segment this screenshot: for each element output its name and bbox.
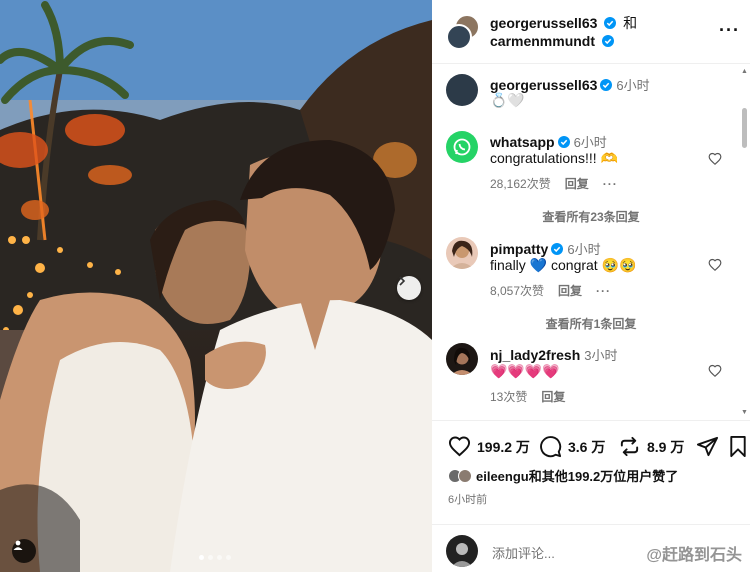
- like-comment-heart-icon[interactable]: [708, 152, 722, 166]
- post-authors: georgerussell63 和 carmenmmundt: [490, 14, 637, 50]
- caption-text: 💍🤍: [490, 92, 525, 108]
- comment-time: 6小时: [573, 135, 607, 150]
- bookmark-icon: [730, 435, 746, 458]
- heart-icon: [448, 436, 471, 457]
- author-username[interactable]: georgerussell63: [490, 15, 597, 31]
- avatar[interactable]: [446, 237, 478, 269]
- comment-options-button[interactable]: ···: [603, 177, 618, 191]
- chevron-right-icon: [399, 276, 406, 286]
- scrollbar-thumb[interactable]: [742, 108, 747, 148]
- like-count: 199.2 万: [477, 438, 530, 455]
- comments-scrollbar[interactable]: ▲ ▼: [741, 68, 748, 416]
- like-button[interactable]: 199.2 万: [448, 435, 530, 458]
- comment-author: whatsapp 6小时: [490, 132, 607, 151]
- comment-time: 6小时: [567, 242, 601, 257]
- comment-like-count[interactable]: 8,057次赞: [490, 282, 544, 299]
- comment-author: nj_lady2fresh 3小时: [490, 345, 618, 364]
- caption-username[interactable]: georgerussell63: [490, 77, 597, 93]
- person-icon: [13, 540, 23, 550]
- whatsapp-logo-icon: [453, 138, 471, 156]
- comment-bubble-icon: [540, 436, 562, 458]
- avatar[interactable]: [446, 131, 478, 163]
- carousel-dot-active: [199, 555, 204, 560]
- comments-list: georgerussell63 6小时 💍🤍 whatsapp 6小时 congra…: [432, 64, 750, 420]
- coauthor-username[interactable]: carmenmmundt: [490, 33, 595, 49]
- post-actions: 199.2 万 3.6 万 8.9 万 eileengu和其他199.2万位用户…: [432, 420, 750, 572]
- avatar: [446, 24, 472, 50]
- carousel-dots: [199, 555, 231, 560]
- verified-badge-icon: [551, 243, 564, 255]
- scroll-up-arrow-icon[interactable]: ▲: [741, 68, 748, 75]
- comment-options-button[interactable]: ···: [596, 284, 611, 298]
- reply-button[interactable]: 回复: [541, 388, 565, 405]
- share-button[interactable]: [696, 435, 719, 458]
- carousel-next-button[interactable]: [397, 276, 421, 300]
- photo-illustration: [0, 0, 432, 572]
- author-avatars[interactable]: [446, 14, 480, 50]
- post-header: georgerussell63 和 carmenmmundt ···: [432, 0, 750, 64]
- comment-author: pimpatty 6小时: [490, 239, 601, 258]
- carousel-dot: [226, 555, 231, 560]
- more-options-button[interactable]: ···: [719, 20, 740, 41]
- save-button[interactable]: [728, 435, 748, 458]
- comment-text: 💗💗💗💗: [490, 363, 560, 379]
- avatar-photo: [451, 543, 473, 567]
- comment-count: 3.6 万: [568, 438, 606, 455]
- caption-time: 6小时: [616, 78, 650, 93]
- comment-meta: 13次赞 回复: [490, 388, 565, 405]
- verified-badge-icon: [600, 79, 613, 91]
- avatar-photo: [451, 347, 473, 375]
- repost-button[interactable]: 8.9 万: [618, 435, 684, 458]
- watermark: @赶路到石头: [646, 547, 742, 564]
- verified-badge-icon: [604, 17, 617, 29]
- comment-text: finally 💙 congrat 🥹🥹: [490, 257, 637, 273]
- scroll-down-arrow-icon[interactable]: ▼: [741, 409, 748, 416]
- comment-button[interactable]: 3.6 万: [539, 435, 605, 458]
- like-comment-heart-icon[interactable]: [708, 258, 722, 272]
- repost-count: 8.9 万: [647, 438, 685, 455]
- carousel-dot: [208, 555, 213, 560]
- post-timestamp: 6小时前: [448, 494, 488, 506]
- avatar[interactable]: [446, 343, 478, 375]
- comment-username[interactable]: nj_lady2fresh: [490, 347, 580, 363]
- liked-by[interactable]: eileengu和其他199.2万位用户赞了: [448, 466, 678, 485]
- authors-conjunction: 和: [623, 15, 638, 31]
- paper-plane-icon: [696, 436, 719, 457]
- avatar[interactable]: [446, 74, 478, 106]
- comment-like-count[interactable]: 13次赞: [490, 388, 527, 405]
- add-comment-input[interactable]: 添加评论...: [492, 543, 555, 562]
- like-comment-heart-icon[interactable]: [708, 364, 722, 378]
- tagged-users-button[interactable]: [12, 539, 36, 563]
- comment-username[interactable]: pimpatty: [490, 241, 548, 257]
- comment-meta: 8,057次赞 回复 ···: [490, 282, 611, 299]
- comment-time: 3小时: [584, 348, 618, 363]
- verified-badge-icon: [557, 136, 570, 148]
- liked-by-text: eileengu和其他199.2万位用户赞了: [476, 469, 679, 484]
- carousel-dot: [217, 555, 222, 560]
- add-comment-bar: 添加评论... @赶路到石头: [432, 524, 750, 573]
- comment-like-count[interactable]: 28,162次赞: [490, 175, 551, 192]
- post-side-panel: georgerussell63 和 carmenmmundt ··· georg…: [432, 0, 750, 572]
- comment-text: congratulations!!! 🫶: [490, 150, 618, 166]
- post-photo: [0, 0, 432, 572]
- verified-badge-icon: [601, 35, 614, 47]
- avatar: [458, 468, 472, 483]
- reply-button[interactable]: 回复: [565, 175, 589, 192]
- view-replies-button[interactable]: 查看所有23条回复: [432, 208, 750, 225]
- avatar: [446, 535, 478, 567]
- reply-button[interactable]: 回复: [558, 282, 582, 299]
- comment-username[interactable]: whatsapp: [490, 134, 555, 150]
- avatar-photo: [450, 240, 474, 269]
- repost-icon: [620, 436, 639, 457]
- comment-meta: 28,162次赞 回复 ···: [490, 175, 618, 192]
- view-replies-button[interactable]: 查看所有1条回复: [432, 315, 750, 332]
